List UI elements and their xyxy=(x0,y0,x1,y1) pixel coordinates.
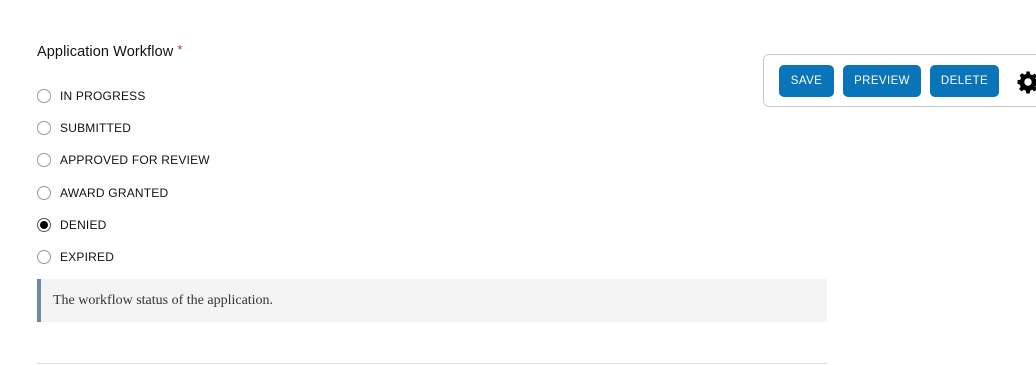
field-description: The workflow status of the application. xyxy=(37,279,827,322)
radio-option-submitted[interactable]: SUBMITTED xyxy=(37,119,131,137)
radio-option-approved-for-review[interactable]: APPROVED FOR REVIEW xyxy=(37,151,210,169)
radio-button[interactable] xyxy=(37,89,51,103)
radio-label: SUBMITTED xyxy=(60,121,132,135)
divider xyxy=(37,363,827,364)
delete-button[interactable]: DELETE xyxy=(930,65,999,97)
preview-button[interactable]: PREVIEW xyxy=(843,65,921,97)
field-label-text: Application Workflow xyxy=(37,44,174,60)
radio-option-in-progress[interactable]: IN PROGRESS xyxy=(37,87,146,105)
radio-button[interactable] xyxy=(37,218,51,232)
radio-label: IN PROGRESS xyxy=(60,89,146,103)
radio-button[interactable] xyxy=(37,186,51,200)
field-label: Application Workflow * xyxy=(37,42,183,60)
required-marker: * xyxy=(177,42,183,57)
save-button[interactable]: SAVE xyxy=(779,65,834,97)
radio-label: AWARD GRANTED xyxy=(60,186,169,200)
radio-button[interactable] xyxy=(37,153,51,167)
radio-option-expired[interactable]: EXPIRED xyxy=(37,248,114,266)
help-text: The workflow status of the application. xyxy=(53,292,274,308)
radio-label: APPROVED FOR REVIEW xyxy=(60,153,210,167)
action-toolbar: SAVE PREVIEW DELETE xyxy=(763,54,1036,107)
radio-button[interactable] xyxy=(37,250,51,264)
radio-option-denied[interactable]: DENIED xyxy=(37,216,107,234)
radio-label: DENIED xyxy=(60,218,107,232)
gear-icon[interactable] xyxy=(1016,70,1036,94)
radio-button[interactable] xyxy=(37,121,51,135)
radio-label: EXPIRED xyxy=(60,250,115,264)
radio-option-award-granted[interactable]: AWARD GRANTED xyxy=(37,184,168,202)
